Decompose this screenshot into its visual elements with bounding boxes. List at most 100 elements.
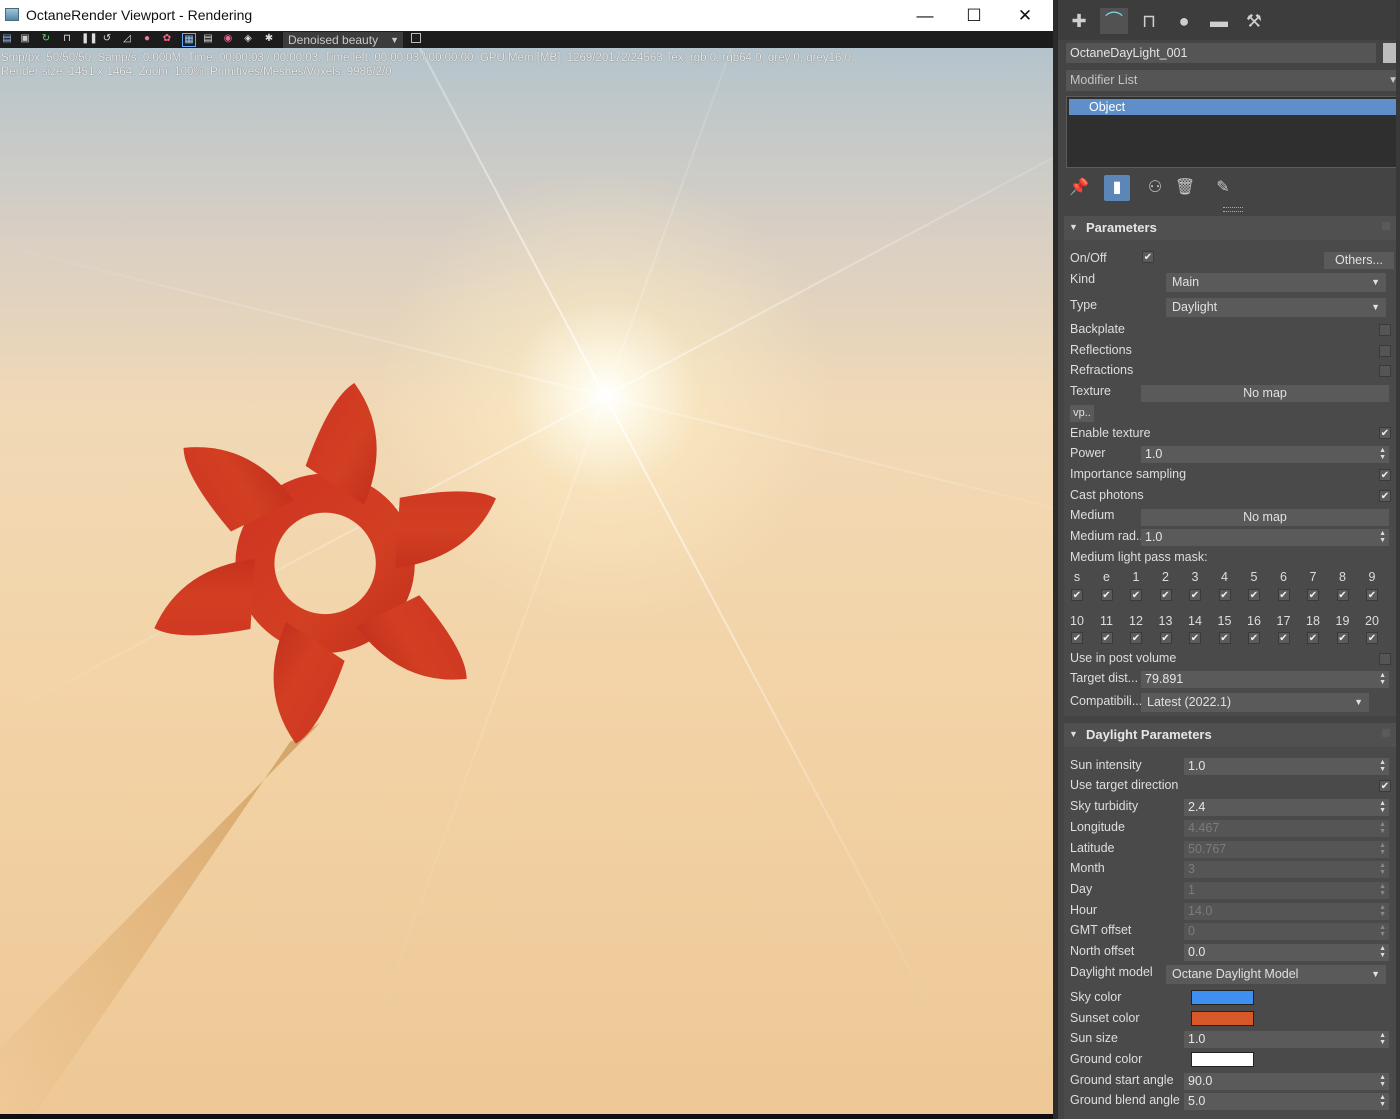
- light-pass-mask-checkbox[interactable]: ✔: [1159, 632, 1172, 644]
- sun-intensity-spinner[interactable]: 1.0 ▲ ▼: [1184, 758, 1389, 775]
- use-target-direction-checkbox[interactable]: ✔: [1379, 780, 1391, 792]
- light-pass-mask-checkbox[interactable]: ✔: [1336, 589, 1349, 601]
- restart-icon[interactable]: ↺: [101, 33, 113, 45]
- light-pass-mask-checkbox[interactable]: ✔: [1218, 589, 1231, 601]
- light-pass-mask-checkbox[interactable]: ✔: [1277, 589, 1290, 601]
- light-pass-mask-checkbox[interactable]: ✔: [1100, 589, 1113, 601]
- daylight-model-dropdown[interactable]: Octane Daylight Model ▼: [1166, 965, 1386, 984]
- light-pass-mask-checkbox[interactable]: ✔: [1277, 632, 1290, 644]
- object-name-field[interactable]: OctaneDayLight_001: [1066, 43, 1376, 63]
- light-pass-mask-checkbox[interactable]: ✔: [1071, 632, 1083, 644]
- light-pass-mask-checkbox[interactable]: ✔: [1366, 589, 1378, 601]
- modifier-list-dropdown[interactable]: Modifier List ▼: [1066, 70, 1400, 91]
- copy-icon[interactable]: ▣: [19, 33, 31, 45]
- reflections-checkbox[interactable]: [1379, 345, 1391, 357]
- hierarchy-tab-icon[interactable]: ⊓: [1135, 8, 1163, 34]
- minimize-button[interactable]: —: [900, 0, 950, 31]
- panel-scrollbar[interactable]: [1396, 0, 1400, 1119]
- month-spinner[interactable]: 3 ▲ ▼: [1184, 861, 1389, 878]
- light-pass-mask-checkbox[interactable]: ✔: [1130, 632, 1142, 644]
- light-pass-mask-checkbox[interactable]: ✔: [1248, 632, 1260, 644]
- lock-icon[interactable]: ⊓: [61, 33, 73, 45]
- backplate-checkbox[interactable]: [1379, 324, 1391, 336]
- latitude-label: Latitude: [1070, 841, 1115, 855]
- longitude-spinner[interactable]: 4.467 ▲ ▼: [1184, 820, 1389, 837]
- remove-modifier-icon[interactable]: 🗑: [1172, 175, 1198, 201]
- texture-map-button[interactable]: No map: [1141, 385, 1389, 402]
- ground-start-angle-spinner[interactable]: 90.0 ▲ ▼: [1184, 1073, 1389, 1090]
- ground-color-swatch[interactable]: [1191, 1052, 1254, 1067]
- resize-grip[interactable]: [1223, 207, 1243, 212]
- pin-icon[interactable]: 📌: [1066, 175, 1092, 201]
- others-button[interactable]: Others...: [1324, 252, 1394, 269]
- target-distance-spinner[interactable]: 79.891 ▲ ▼: [1141, 671, 1389, 688]
- latitude-spinner[interactable]: 50.767 ▲ ▼: [1184, 841, 1389, 858]
- save-image-icon[interactable]: ▤: [1, 33, 13, 45]
- daylight-parameters-header[interactable]: ▼ Daylight Parameters: [1064, 723, 1396, 747]
- kind-dropdown[interactable]: Main ▼: [1166, 273, 1386, 292]
- enable-texture-checkbox[interactable]: ✔: [1379, 427, 1391, 439]
- type-dropdown[interactable]: Daylight ▼: [1166, 298, 1386, 317]
- use-in-post-volume-checkbox[interactable]: [1379, 653, 1391, 665]
- film-icon[interactable]: ▤: [202, 33, 214, 45]
- light-pass-mask-checkbox[interactable]: ✔: [1336, 632, 1349, 644]
- utilities-tab-icon[interactable]: ⚒: [1240, 8, 1268, 34]
- modifier-list-label: Modifier List: [1070, 73, 1138, 87]
- camera-icon[interactable]: ◈: [242, 33, 254, 45]
- render-image[interactable]: [0, 48, 1053, 1114]
- color-picker-icon[interactable]: ●: [141, 33, 153, 45]
- gmt-offset-spinner[interactable]: 0 ▲ ▼: [1184, 923, 1389, 940]
- stack-item-object[interactable]: Object: [1069, 99, 1397, 115]
- region-icon[interactable]: ◿: [121, 33, 133, 45]
- display-tab-icon[interactable]: ▬: [1205, 8, 1233, 34]
- medium-map-button[interactable]: No map: [1141, 509, 1389, 526]
- importance-sampling-checkbox[interactable]: ✔: [1379, 469, 1391, 481]
- region-render-icon[interactable]: [411, 33, 421, 43]
- make-unique-icon[interactable]: ⚇: [1142, 175, 1168, 201]
- sunset-color-swatch[interactable]: [1191, 1011, 1254, 1026]
- light-pass-mask-checkbox[interactable]: ✔: [1189, 589, 1201, 601]
- light-pass-mask-checkbox[interactable]: ✔: [1248, 589, 1260, 601]
- pause-icon[interactable]: ❚❚: [81, 33, 98, 45]
- render-pass-select[interactable]: Denoised beauty ▼: [283, 32, 403, 48]
- power-spinner[interactable]: 1.0 ▲ ▼: [1141, 446, 1389, 463]
- focus-picker-icon[interactable]: ✿: [161, 33, 173, 45]
- light-pass-mask-checkbox[interactable]: ✔: [1307, 589, 1319, 601]
- maximize-button[interactable]: ☐: [949, 0, 999, 31]
- ground-blend-angle-spinner[interactable]: 5.0 ▲ ▼: [1184, 1093, 1389, 1110]
- medium-radius-spinner[interactable]: 1.0 ▲ ▼: [1141, 529, 1389, 546]
- light-pass-mask-checkbox[interactable]: ✔: [1218, 632, 1231, 644]
- light-pass-mask-checkbox[interactable]: ✔: [1189, 632, 1201, 644]
- sky-color-swatch[interactable]: [1191, 990, 1254, 1005]
- sky-turbidity-spinner[interactable]: 2.4 ▲ ▼: [1184, 799, 1389, 816]
- light-pass-mask-checkbox[interactable]: ✔: [1366, 632, 1378, 644]
- light-pass-mask-checkbox[interactable]: ✔: [1307, 632, 1319, 644]
- sun-size-spinner[interactable]: 1.0 ▲ ▼: [1184, 1031, 1389, 1048]
- configure-icon[interactable]: ✎: [1210, 175, 1236, 201]
- light-pass-mask-checkbox[interactable]: ✔: [1071, 589, 1083, 601]
- show-result-icon[interactable]: ▮: [1104, 175, 1130, 201]
- light-pass-mask-checkbox[interactable]: ✔: [1159, 589, 1172, 601]
- modify-tab-icon[interactable]: ⌒: [1100, 8, 1128, 34]
- day-spinner[interactable]: 1 ▲ ▼: [1184, 882, 1389, 899]
- on-off-checkbox[interactable]: ✔: [1142, 251, 1154, 263]
- material-picker-icon[interactable]: ◉: [222, 33, 234, 45]
- rollout-pin[interactable]: [1382, 222, 1390, 230]
- north-offset-spinner[interactable]: 0.0 ▲ ▼: [1184, 944, 1389, 961]
- light-pass-mask-checkbox[interactable]: ✔: [1130, 589, 1142, 601]
- rollout-pin[interactable]: [1382, 729, 1390, 737]
- close-button[interactable]: ✕: [1000, 0, 1050, 31]
- motion-tab-icon[interactable]: ●: [1170, 8, 1198, 34]
- start-icon[interactable]: ↻: [40, 33, 52, 45]
- hour-spinner[interactable]: 14.0 ▲ ▼: [1184, 903, 1389, 920]
- app-icon: [5, 8, 19, 21]
- settings-icon[interactable]: ✱: [263, 33, 275, 45]
- cast-photons-checkbox[interactable]: ✔: [1379, 490, 1391, 502]
- parameters-header[interactable]: ▼ Parameters: [1064, 216, 1396, 240]
- compatibility-dropdown[interactable]: Latest (2022.1) ▼: [1141, 693, 1369, 712]
- vp-button[interactable]: vp..: [1070, 405, 1094, 422]
- light-pass-mask-checkbox[interactable]: ✔: [1100, 632, 1113, 644]
- create-tab-icon[interactable]: ✚: [1065, 8, 1093, 34]
- refractions-checkbox[interactable]: [1379, 365, 1391, 377]
- display-mode-icon[interactable]: ▦: [182, 33, 196, 47]
